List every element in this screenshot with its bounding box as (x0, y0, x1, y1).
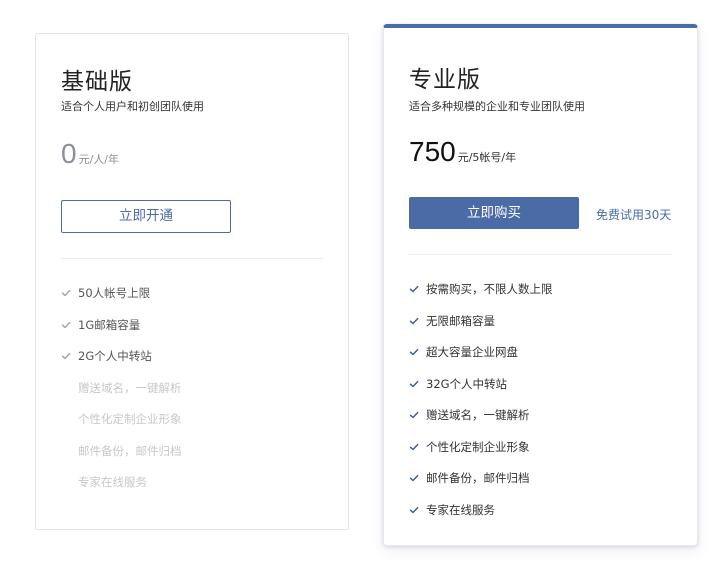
check-icon (409, 443, 419, 450)
plan-subtitle: 适合个人用户和初创团队使用 (61, 100, 204, 113)
feature-label: 按需购买，不限人数上限 (426, 282, 553, 296)
plan-card-basic: 基础版 适合个人用户和初创团队使用 0 元/人/年 立即开通 50人帐号上限 1G邮… (35, 33, 349, 530)
check-icon (61, 352, 71, 360)
divider (61, 258, 323, 259)
feature-label: 无限邮箱容量 (426, 313, 495, 328)
feature-label: 专家在线服务 (78, 475, 147, 489)
feature-label: 专家在线服务 (426, 502, 495, 517)
feature-label: 50人帐号上限 (78, 286, 151, 300)
feature-label: 超大容量企业网盘 (426, 345, 518, 359)
plan-title: 基础版 (61, 69, 133, 95)
check-icon (409, 317, 419, 324)
feature-label: 1G邮箱容量 (78, 317, 141, 332)
check-icon (61, 321, 71, 328)
price-unit: 元/人/年 (78, 153, 119, 166)
plan-subtitle: 适合多种规模的企业和专业团队使用 (409, 100, 585, 113)
feature-label: 个性化定制企业形象 (426, 439, 530, 454)
activate-button[interactable]: 立即开通 (61, 200, 231, 233)
plan-price: 750 元/5帐号/年 (409, 136, 516, 168)
price-unit: 元/5帐号/年 (457, 151, 517, 164)
feature-label: 赠送域名，一键解析 (426, 408, 530, 422)
feature-label: 2G个人中转站 (78, 349, 152, 363)
check-icon (409, 474, 419, 482)
check-icon (409, 411, 419, 419)
feature-label: 邮件备份，邮件归档 (78, 443, 182, 458)
check-icon (409, 380, 419, 387)
check-icon (409, 348, 419, 356)
price-value: 0 (61, 138, 77, 169)
feature-label: 32G个人中转站 (426, 376, 508, 391)
price-value: 750 (409, 136, 456, 167)
plan-price: 0 元/人/年 (61, 138, 119, 170)
buy-now-button[interactable]: 立即购买 (409, 197, 579, 229)
feature-label: 邮件备份，邮件归档 (426, 471, 530, 485)
plan-card-pro: 专业版 适合多种规模的企业和专业团队使用 750 元/5帐号/年 立即购买 免费试… (383, 24, 698, 546)
check-icon (61, 289, 71, 297)
check-icon (409, 506, 419, 513)
check-icon (409, 285, 419, 293)
feature-label: 个性化定制企业形象 (78, 412, 182, 426)
feature-label: 赠送域名，一键解析 (78, 380, 182, 395)
plan-title: 专业版 (409, 67, 481, 93)
divider (409, 254, 671, 255)
free-trial-link[interactable]: 免费试用30天 (596, 206, 671, 223)
